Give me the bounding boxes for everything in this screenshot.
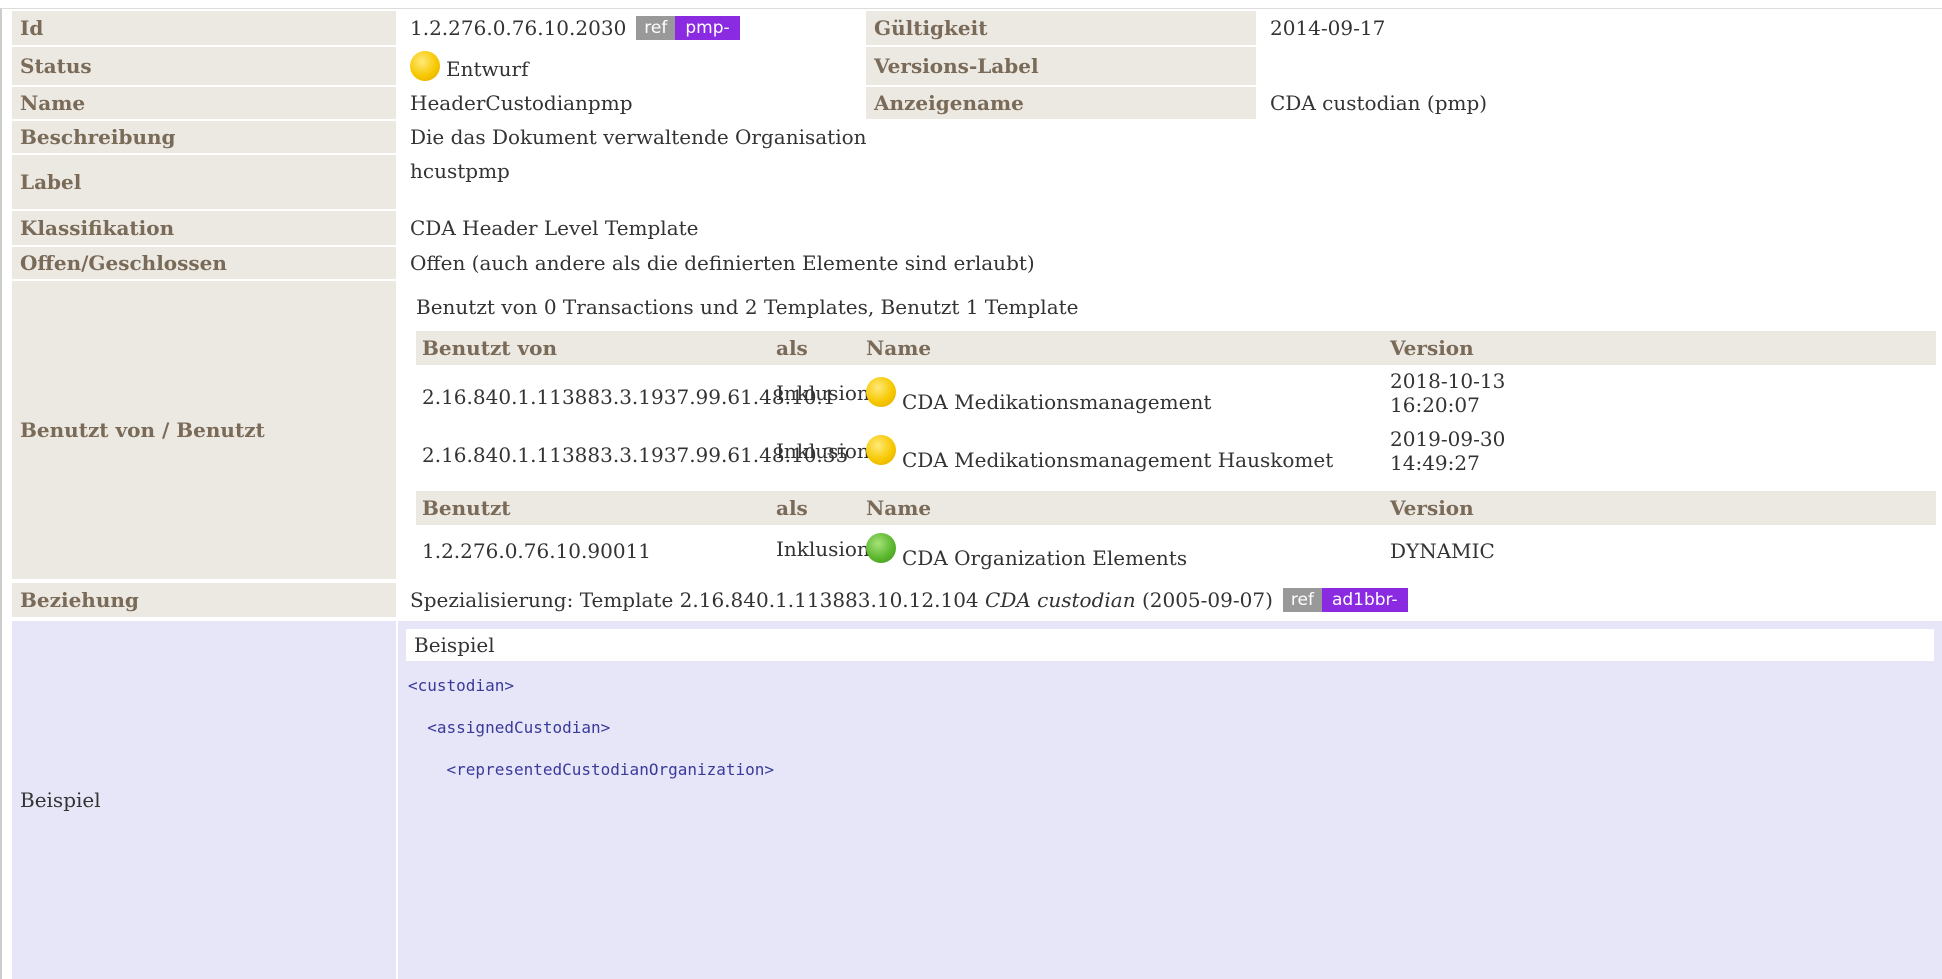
benutzt-summary: Benutzt von 0 Transactions und 2 Templat…: [416, 295, 1079, 319]
prefix-badge[interactable]: ad1bbr-: [1321, 588, 1408, 612]
used-by-version: 2019-09-30 14:49:27: [1390, 427, 1505, 475]
status-draft-yellow-icon: [866, 435, 896, 465]
uses-as: Inklusion: [776, 537, 870, 561]
status-value-cell: Entwurf: [398, 47, 864, 85]
uses-id[interactable]: 1.2.276.0.76.10.90011: [422, 539, 651, 563]
id-value-cell: 1.2.276.0.76.10.2030 ref pmp-: [398, 11, 864, 45]
header-version: Version: [1390, 336, 1474, 360]
used-by-as: Inklusion: [776, 439, 870, 463]
used-by-header: Benutzt von als Name Version: [416, 331, 1936, 365]
gueltigkeit-value: 2014-09-17: [1270, 16, 1386, 40]
used-by-id[interactable]: 2.16.840.1.113883.3.1937.99.61.48.10.1: [422, 385, 836, 409]
klassifikation-label: Klassifikation: [12, 211, 396, 245]
gueltigkeit-label: Gültigkeit: [866, 11, 1256, 45]
header-benutzt-von: Benutzt von: [422, 336, 558, 360]
template-details-table: Id 1.2.276.0.76.10.2030 ref pmp- Gültigke…: [0, 8, 1942, 979]
header-benutzt: Benutzt: [422, 496, 511, 520]
status-draft-yellow-icon: [410, 51, 440, 81]
prefix-badge[interactable]: pmp-: [675, 16, 740, 40]
status-draft-yellow-icon: [866, 377, 896, 407]
table-row[interactable]: 2.16.840.1.113883.3.1937.99.61.48.10.1 I…: [416, 367, 1936, 423]
versions-label-value: [1258, 47, 1942, 85]
header-als: als: [776, 496, 808, 520]
anzeigename-label: Anzeigename: [866, 87, 1256, 119]
header-name: Name: [866, 496, 932, 520]
name-label: Name: [12, 87, 396, 119]
used-by-name[interactable]: CDA Medikationsmanagement: [902, 390, 1211, 414]
used-by-name-cell: CDA Medikationsmanagement: [866, 377, 1211, 414]
uses-name[interactable]: CDA Organization Elements: [902, 546, 1187, 570]
ref-badge[interactable]: ref: [1282, 588, 1322, 612]
id-value: 1.2.276.0.76.10.2030: [410, 16, 627, 40]
beschreibung-label: Beschreibung: [12, 121, 396, 153]
version-date: 2019-09-30: [1390, 427, 1506, 451]
uses-header: Benutzt als Name Version: [416, 491, 1936, 525]
beispiel-label: Beispiel: [12, 621, 396, 979]
status-active-green-icon: [866, 533, 896, 563]
example-box-title: Beispiel: [406, 629, 1934, 661]
versions-label-label: Versions-Label: [866, 47, 1256, 85]
used-by-version: 2018-10-13 16:20:07: [1390, 369, 1505, 417]
used-by-name[interactable]: CDA Medikationsmanagement Hauskomet: [902, 448, 1333, 472]
name-value: HeaderCustodianpmp: [410, 91, 633, 115]
table-row[interactable]: 1.2.276.0.76.10.90011 Inklusion CDA Orga…: [416, 527, 1936, 575]
example-code[interactable]: <custodian> <assignedCustodian> <represe…: [408, 665, 774, 791]
header-name: Name: [866, 336, 932, 360]
status-label: Status: [12, 47, 396, 85]
beziehung-label: Beziehung: [12, 583, 396, 617]
code-line: <representedCustodianOrganization>: [408, 760, 775, 779]
status-value: Entwurf: [446, 57, 529, 81]
beschreibung-value: Die das Dokument verwaltende Organisatio…: [410, 125, 867, 149]
label-label: Label: [12, 155, 396, 209]
code-line: <assignedCustodian>: [408, 718, 611, 737]
beziehung-date: (2005-09-07): [1141, 588, 1273, 612]
id-label: Id: [12, 11, 396, 45]
offen-value: Offen (auch andere als die definierten E…: [410, 251, 1035, 275]
klassifikation-value: CDA Header Level Template: [410, 216, 699, 240]
offen-label: Offen/Geschlossen: [12, 247, 396, 279]
label-value: hcustpmp: [410, 159, 510, 183]
anzeigename-value: CDA custodian (pmp): [1270, 91, 1488, 115]
table-row[interactable]: 2.16.840.1.113883.3.1937.99.61.48.10.35 …: [416, 427, 1936, 483]
used-by-as: Inklusion: [776, 381, 870, 405]
used-by-name-cell: CDA Medikationsmanagement Hauskomet: [866, 435, 1333, 472]
uses-name-cell: CDA Organization Elements: [866, 533, 1187, 570]
benutzt-value-cell: Benutzt von 0 Transactions und 2 Templat…: [398, 281, 1942, 579]
code-line: <custodian>: [408, 676, 514, 695]
version-time: 14:49:27: [1390, 451, 1480, 475]
uses-version: DYNAMIC: [1390, 539, 1495, 563]
beziehung-text[interactable]: Spezialisierung: Template 2.16.840.1.113…: [410, 588, 979, 612]
version-date: 2018-10-13: [1390, 369, 1506, 393]
beispiel-value-cell: Beispiel <custodian> <assignedCustodian>…: [398, 621, 1942, 979]
beziehung-value-cell: Spezialisierung: Template 2.16.840.1.113…: [398, 583, 1942, 617]
beziehung-template-name: CDA custodian: [985, 588, 1136, 612]
header-als: als: [776, 336, 808, 360]
version-time: 16:20:07: [1390, 393, 1480, 417]
header-version: Version: [1390, 496, 1474, 520]
ref-badge[interactable]: ref: [636, 16, 676, 40]
benutzt-label: Benutzt von / Benutzt: [12, 281, 396, 579]
